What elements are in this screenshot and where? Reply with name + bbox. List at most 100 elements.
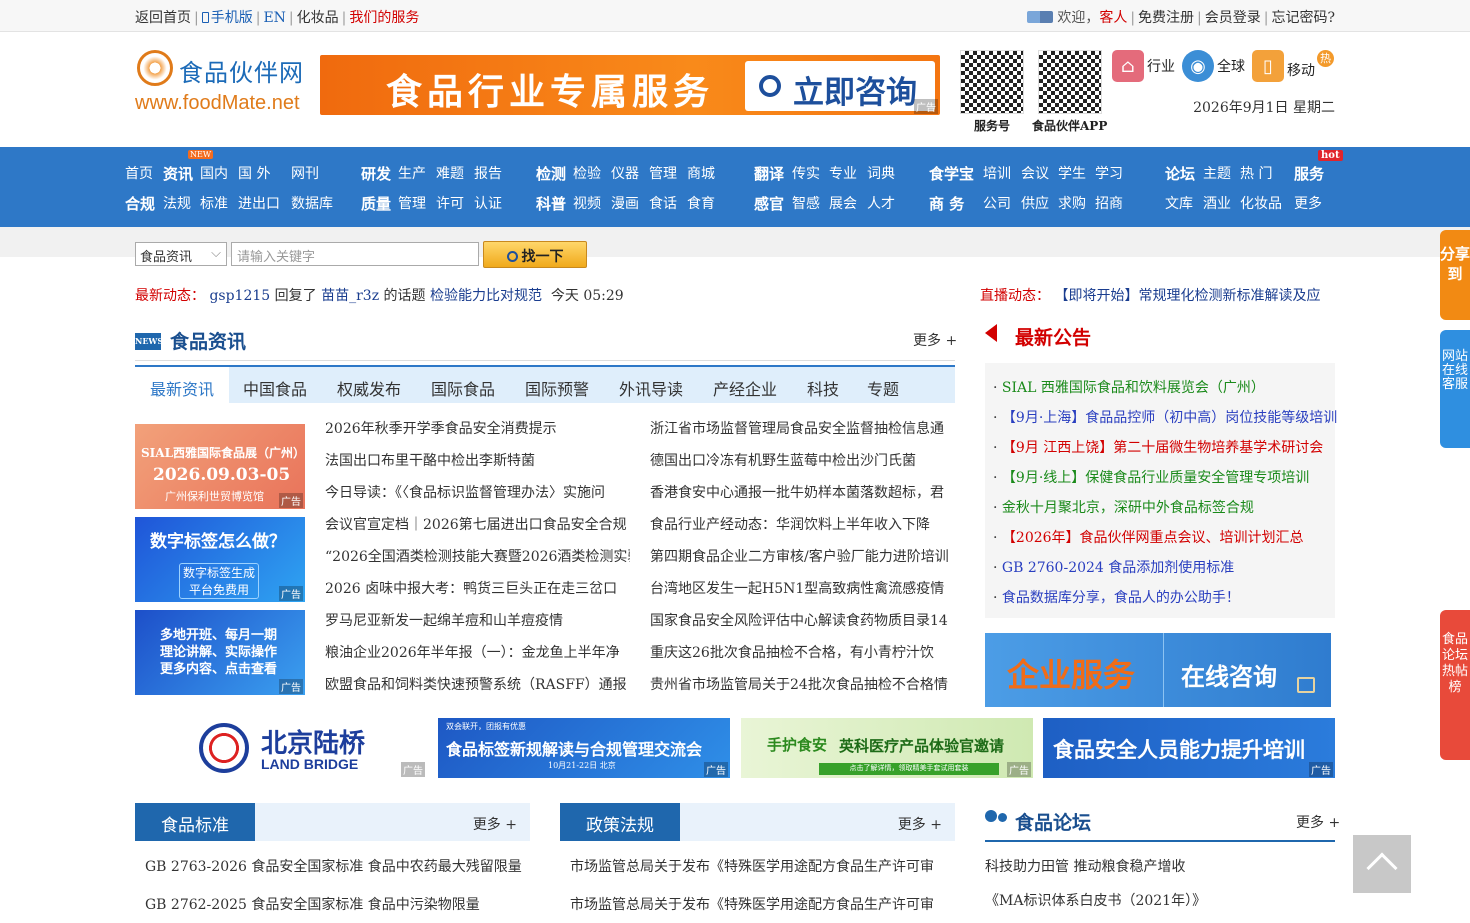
- nav-item[interactable]: 翻译: [754, 163, 784, 184]
- nav-item[interactable]: 进出口: [238, 193, 280, 213]
- nav-item[interactable]: 感官: [754, 193, 784, 214]
- share-tab[interactable]: 分享到: [1440, 230, 1470, 320]
- news-item[interactable]: 国家食品安全风险评估中心解读食药物质目录14: [650, 605, 955, 637]
- sial-thumb-ad[interactable]: SIAL西雅国际食品展（广州） 2026.09.03-05 广州保利世贸博览馆 …: [135, 424, 305, 509]
- news-item[interactable]: 台湾地区发生一起H5N1型高致病性禽流感疫情: [650, 573, 955, 605]
- land-bridge-ad[interactable]: 北京陆桥 LAND BRIDGE 广告: [135, 718, 427, 778]
- news-item[interactable]: 会议官宣定档｜2026第七届进出口食品安全合规: [325, 509, 630, 541]
- nav-item[interactable]: 学生: [1058, 163, 1086, 183]
- nav-item[interactable]: 视频: [573, 193, 601, 213]
- nav-item[interactable]: 公司: [983, 193, 1011, 213]
- nav-item[interactable]: 传实: [792, 163, 820, 183]
- nav-item[interactable]: 食话: [649, 193, 677, 213]
- news-item[interactable]: 贵州省市场监管局关于24批次食品抽检不合格情: [650, 669, 955, 701]
- notice-item[interactable]: · SIAL 西雅国际食品和饮料展览会（广州）: [993, 377, 1265, 397]
- news-item[interactable]: 粮油企业2026年半年报（一）：金龙鱼上半年净: [325, 637, 630, 669]
- nav-item[interactable]: 会议: [1021, 163, 1049, 183]
- news-item[interactable]: 罗马尼亚新发一起绵羊痘和山羊痘疫情: [325, 605, 630, 637]
- nav-item[interactable]: 商城: [687, 163, 715, 183]
- nav-item[interactable]: 研发: [361, 163, 391, 184]
- nav-item[interactable]: 法规: [163, 193, 191, 213]
- mobile-link[interactable]: 手机版: [211, 10, 253, 26]
- global-link[interactable]: ◉ 全球: [1182, 50, 1245, 82]
- news-item[interactable]: 第四期食品企业二方审核/客户验厂能力进阶培训: [650, 541, 955, 573]
- cosmetics-link[interactable]: 化妆品: [297, 10, 339, 26]
- standards-more-link[interactable]: 更多 +: [473, 814, 517, 834]
- news-item[interactable]: 欧盟食品和饲料类快速预警系统（RASFF）通报: [325, 669, 630, 701]
- nav-item[interactable]: 质量: [361, 193, 391, 214]
- nav-item[interactable]: 学习: [1095, 163, 1123, 183]
- news-tab[interactable]: 最新资讯: [135, 367, 230, 403]
- news-item[interactable]: “2026全国酒类检测技能大赛暨2026酒类检测实验: [325, 541, 630, 573]
- nav-item[interactable]: 国 外: [238, 163, 270, 183]
- nav-item[interactable]: 合规: [125, 193, 155, 214]
- activity-target-user[interactable]: 苗苗_r3z: [321, 288, 379, 304]
- forum-more-link[interactable]: 更多 +: [1296, 812, 1340, 832]
- search-category-select[interactable]: 食品资讯 ⌵: [135, 242, 227, 266]
- nav-item[interactable]: 商 务: [929, 193, 964, 214]
- nav-item[interactable]: 管理: [398, 193, 426, 213]
- nav-item[interactable]: 报告: [474, 163, 502, 183]
- digital-label-thumb-ad[interactable]: 数字标签怎么做？ 数字标签生成 平台免费用 广告: [135, 517, 305, 602]
- list-item[interactable]: 市场监管总局关于发布《特殊医学用途配方食品生产许可审: [570, 894, 934, 914]
- mobile-app-link[interactable]: ▯ 移动 热: [1252, 50, 1334, 82]
- nav-item[interactable]: 词典: [867, 163, 895, 183]
- nav-item[interactable]: 数据库: [291, 193, 333, 213]
- back-to-top-button[interactable]: [1353, 835, 1411, 893]
- service-link[interactable]: 我们的服务: [349, 10, 419, 26]
- nav-item[interactable]: 仪器: [611, 163, 639, 183]
- live-link[interactable]: 【即将开始】常规理化检测新标准解读及应: [1054, 288, 1320, 304]
- nav-item[interactable]: 智感: [792, 193, 820, 213]
- notice-item[interactable]: · 【9月·上海】食品品控师（初中高）岗位技能等级培训: [993, 407, 1337, 427]
- news-tab[interactable]: 外讯导读: [619, 376, 683, 400]
- nav-item[interactable]: 许可: [436, 193, 464, 213]
- news-tab[interactable]: 国际预警: [525, 376, 589, 400]
- training-thumb-ad[interactable]: 多地开班、每月一期 理论讲解、实际操作 更多内容、点击查看 广告: [135, 610, 305, 695]
- nav-item[interactable]: 化妆品: [1240, 193, 1282, 213]
- site-logo[interactable]: 食品伙伴网 www.foodMate.net: [135, 50, 305, 116]
- news-item[interactable]: 2026 卤味中报大考：鸭货三巨头正在走三岔口: [325, 573, 630, 605]
- policy-more-link[interactable]: 更多 +: [898, 814, 942, 834]
- news-item[interactable]: 德国出口冷冻有机野生蓝莓中检出沙门氏菌: [650, 445, 955, 477]
- nav-item[interactable]: 科普: [536, 193, 566, 214]
- guest-link[interactable]: 客人: [1099, 10, 1127, 26]
- nav-item[interactable]: 专业: [829, 163, 857, 183]
- nav-item[interactable]: 展会: [829, 193, 857, 213]
- home-link[interactable]: 返回首页: [135, 10, 191, 26]
- glove-ad[interactable]: 手护食安 英科医疗产品体验官邀请 点击了解详情，领取精美手套试用套装 广告: [741, 718, 1033, 778]
- nav-item[interactable]: 管理: [649, 163, 677, 183]
- list-item[interactable]: GB 2762-2025 食品安全国家标准 食品中污染物限量: [145, 894, 522, 914]
- news-item[interactable]: 2026年秋季开学季食品安全消费提示: [325, 413, 630, 445]
- nav-item[interactable]: 资讯: [163, 163, 193, 184]
- nav-item[interactable]: 检测: [536, 163, 566, 184]
- nav-item[interactable]: 热 门: [1240, 163, 1272, 183]
- nav-item[interactable]: 酒业: [1203, 193, 1231, 213]
- nav-item[interactable]: 检验: [573, 163, 601, 183]
- nav-item[interactable]: 招商: [1095, 193, 1123, 213]
- notice-item[interactable]: · 【2026年】食品伙伴网重点会议、培训计划汇总: [993, 527, 1304, 547]
- nav-item[interactable]: 供应: [1021, 193, 1049, 213]
- header-ad-banner[interactable]: 食品行业专属服务 立即咨询 广告: [320, 55, 940, 115]
- notice-item[interactable]: · 【9月·线上】保健食品行业质量安全管理专项培训: [993, 467, 1309, 487]
- list-item[interactable]: 市场监管总局关于发布《特殊医学用途配方食品生产许可审: [570, 856, 934, 876]
- list-item[interactable]: 科技助力田管 推动粮食稳产增收: [985, 856, 1206, 876]
- news-item[interactable]: 法国出口布里干酪中检出李斯特菌: [325, 445, 630, 477]
- nav-item[interactable]: 主题: [1203, 163, 1231, 183]
- news-item[interactable]: 香港食安中心通报一批牛奶样本菌落数超标，君: [650, 477, 955, 509]
- notice-item[interactable]: · 金秋十月聚北京，深研中外食品标签合规: [993, 497, 1254, 517]
- news-tab[interactable]: 专题: [867, 376, 899, 400]
- search-button[interactable]: 找一下: [483, 241, 587, 268]
- forgot-password-link[interactable]: 忘记密码?: [1271, 10, 1335, 26]
- label-conference-ad[interactable]: 双会联开，团报有优惠 食品标签新规解读与合规管理交流会 10月21-22日 北京…: [438, 718, 730, 778]
- nav-item[interactable]: 标准: [200, 193, 228, 213]
- notice-item[interactable]: · GB 2760-2024 食品添加剂使用标准: [993, 557, 1234, 577]
- nav-item[interactable]: 文库: [1165, 193, 1193, 213]
- news-more-link[interactable]: 更多 +: [913, 330, 957, 350]
- news-tab[interactable]: 权威发布: [337, 376, 401, 400]
- nav-item[interactable]: 服务: [1294, 163, 1324, 184]
- online-service-tab[interactable]: 网站在线客服: [1440, 330, 1470, 448]
- forum-hot-tab[interactable]: 食品论坛热帖榜: [1440, 610, 1470, 760]
- news-item[interactable]: 今日导读：《〈食品标识监督管理办法〉实施问: [325, 477, 630, 509]
- nav-item[interactable]: 食学宝: [929, 163, 974, 184]
- nav-item[interactable]: 培训: [983, 163, 1011, 183]
